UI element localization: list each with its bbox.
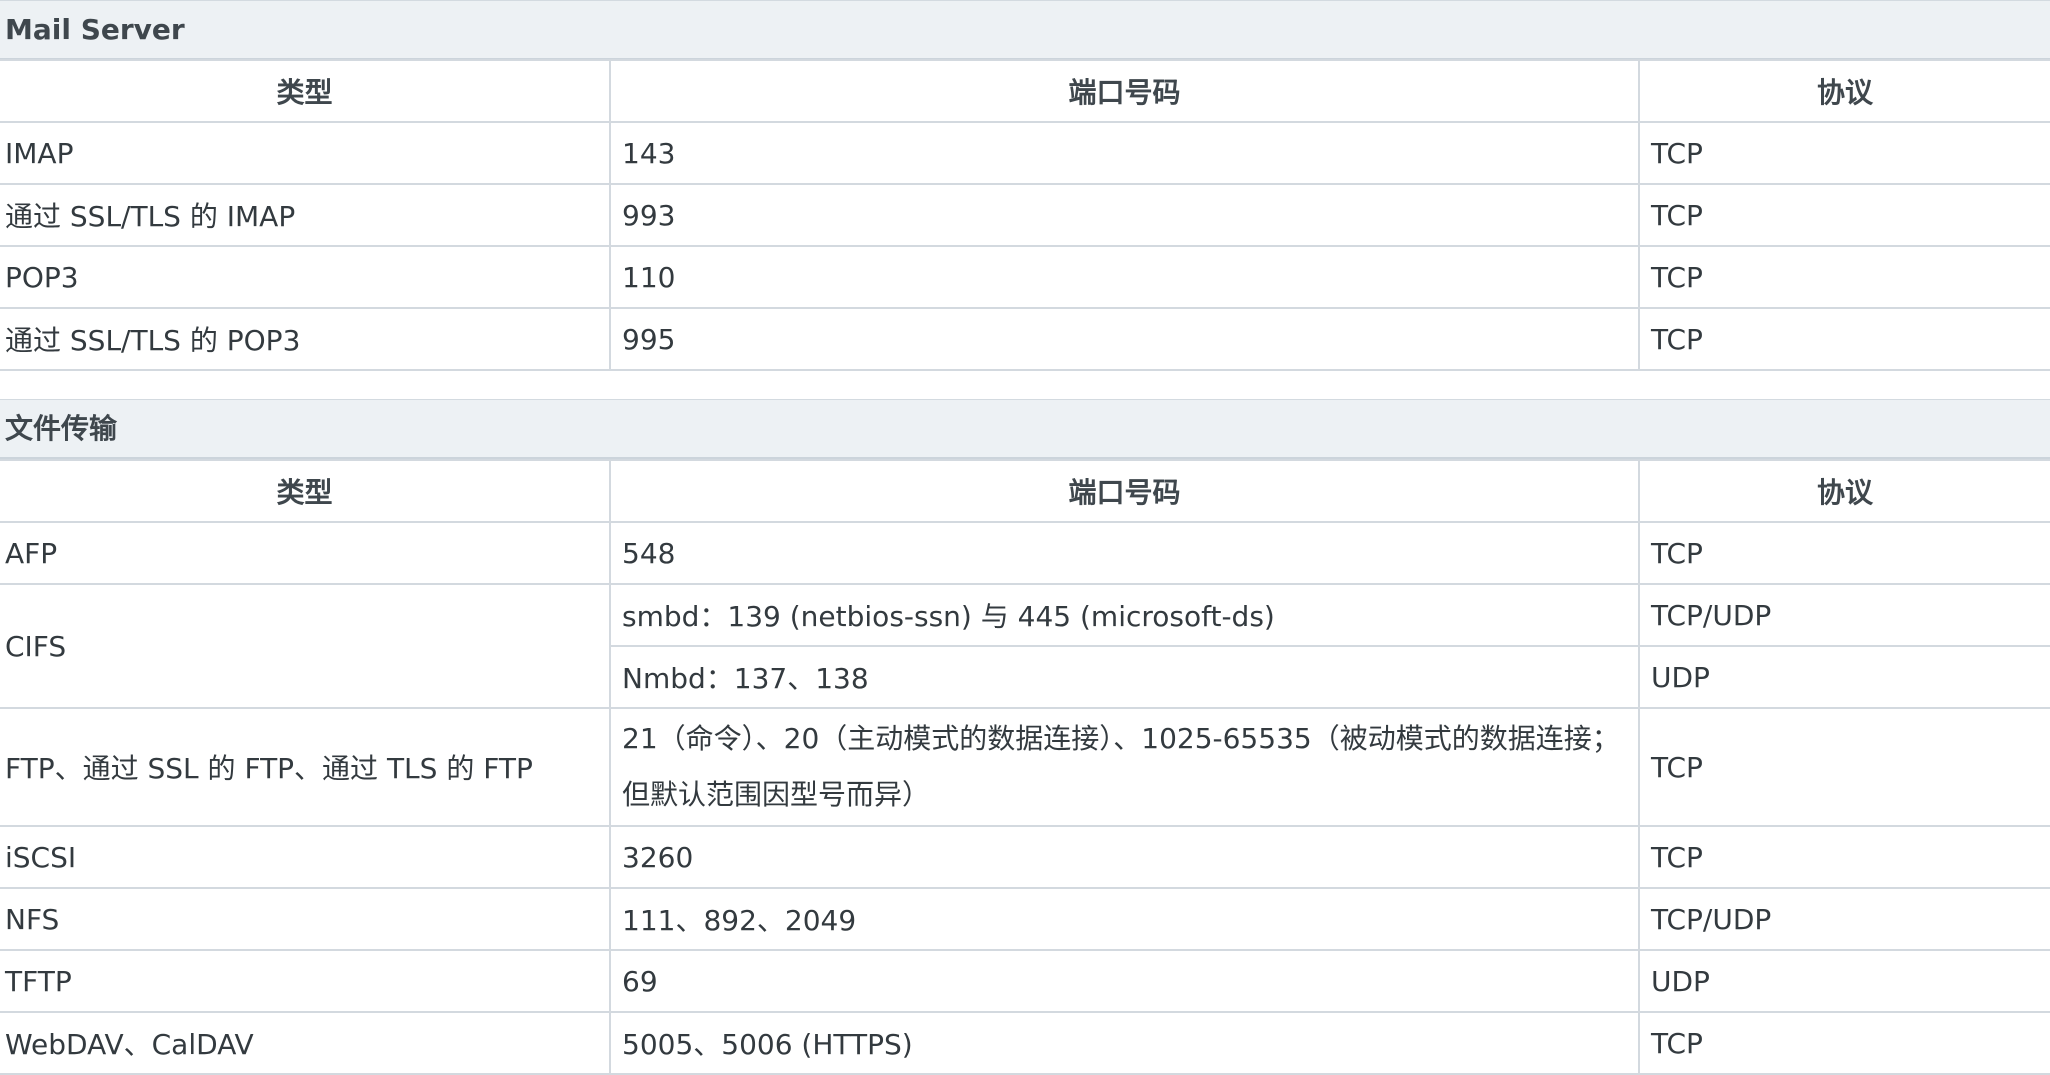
section-title-mail-server: Mail Server — [0, 0, 2050, 60]
column-header-protocol: 协议 — [1638, 459, 2050, 523]
column-header-protocol: 协议 — [1638, 59, 2050, 123]
table-row: 通过 SSL/TLS 的 POP3 995 TCP — [0, 307, 2050, 371]
cell-type: TFTP — [0, 949, 611, 1013]
mail-server-port-table: 类型 端口号码 协议 IMAP 143 TCP 通过 SSL/TLS 的 IMA… — [0, 59, 2050, 371]
column-header-type: 类型 — [0, 59, 611, 123]
cell-protocol: TCP — [1638, 121, 2050, 185]
cell-type: iSCSI — [0, 825, 611, 889]
cell-port: 69 — [609, 949, 1640, 1013]
table-row: WebDAV、CalDAV 5005、5006 (HTTPS) TCP — [0, 1011, 2050, 1075]
cell-protocol: UDP — [1638, 645, 2050, 709]
cell-protocol: TCP — [1638, 183, 2050, 247]
table-row: 通过 SSL/TLS 的 IMAP 993 TCP — [0, 183, 2050, 247]
cell-protocol: TCP/UDP — [1638, 583, 2050, 647]
cell-type: 通过 SSL/TLS 的 IMAP — [0, 183, 611, 247]
table-row: NFS 111、892、2049 TCP/UDP — [0, 887, 2050, 951]
section-title-file-transfer: 文件传输 — [0, 399, 2050, 459]
file-transfer-port-table: 类型 端口号码 协议 AFP 548 TCP CIFS smbd：139 (ne… — [0, 459, 2050, 1075]
cell-type: POP3 — [0, 245, 611, 309]
cell-protocol: TCP — [1638, 521, 2050, 585]
cell-type: NFS — [0, 887, 611, 951]
table-header-row: 类型 端口号码 协议 — [0, 459, 2050, 523]
cell-type: 通过 SSL/TLS 的 POP3 — [0, 307, 611, 371]
cell-protocol: TCP/UDP — [1638, 887, 2050, 951]
cell-port: 143 — [609, 121, 1640, 185]
cell-port: 111、892、2049 — [609, 887, 1640, 951]
cell-port: Nmbd：137、138 — [610, 645, 1640, 709]
cell-type: FTP、通过 SSL 的 FTP、通过 TLS 的 FTP — [0, 707, 611, 827]
table-header-row: 类型 端口号码 协议 — [0, 59, 2050, 123]
cell-port: smbd：139 (netbios-ssn) 与 445 (microsoft-… — [609, 583, 1640, 647]
cell-protocol: UDP — [1638, 949, 2050, 1013]
cell-protocol: TCP — [1638, 245, 2050, 309]
table-row: iSCSI 3260 TCP — [0, 825, 2050, 889]
cell-port: 3260 — [609, 825, 1640, 889]
column-header-port: 端口号码 — [609, 459, 1640, 523]
column-header-type: 类型 — [0, 459, 611, 523]
cell-port: 995 — [609, 307, 1640, 371]
cell-protocol: TCP — [1638, 1011, 2050, 1075]
cell-type: WebDAV、CalDAV — [0, 1011, 611, 1075]
cell-type: CIFS — [0, 583, 611, 709]
column-header-port: 端口号码 — [609, 59, 1640, 123]
table-row: AFP 548 TCP — [0, 521, 2050, 585]
table-row: TFTP 69 UDP — [0, 949, 2050, 1013]
cell-protocol: TCP — [1638, 825, 2050, 889]
cell-type: IMAP — [0, 121, 611, 185]
table-row: CIFS smbd：139 (netbios-ssn) 与 445 (micro… — [0, 583, 2050, 709]
table-row: IMAP 143 TCP — [0, 121, 2050, 185]
cell-protocol: TCP — [1638, 707, 2050, 827]
cell-port: 21（命令）、20（主动模式的数据连接）、1025-65535（被动模式的数据连… — [609, 707, 1640, 827]
cell-port: 110 — [609, 245, 1640, 309]
table-row: POP3 110 TCP — [0, 245, 2050, 309]
table-row: FTP、通过 SSL 的 FTP、通过 TLS 的 FTP 21（命令）、20（… — [0, 707, 2050, 827]
cell-type: AFP — [0, 521, 611, 585]
cell-port: 5005、5006 (HTTPS) — [609, 1011, 1640, 1075]
cell-protocol: TCP — [1638, 307, 2050, 371]
cell-port: 993 — [609, 183, 1640, 247]
cell-port: 548 — [609, 521, 1640, 585]
